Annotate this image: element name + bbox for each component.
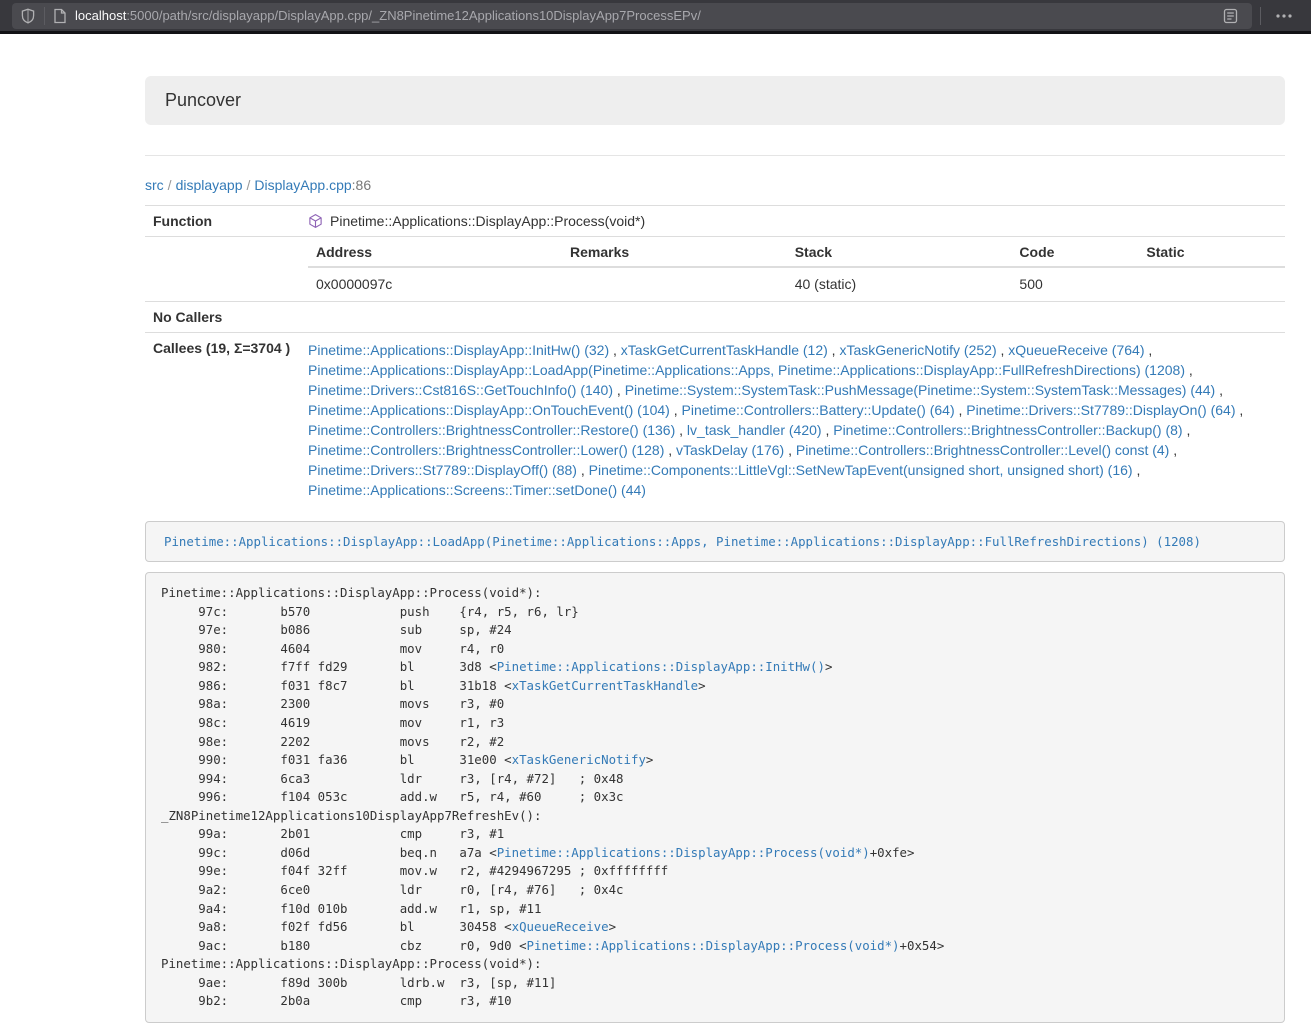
breadcrumb-link[interactable]: src [145, 177, 164, 193]
callee-link[interactable]: Pinetime::Drivers::St7789::DisplayOn() (… [966, 402, 1235, 418]
stats-column-header: Address [308, 237, 562, 267]
table-row-callers: No Callers [145, 302, 1285, 333]
callee-separator: , [670, 402, 682, 418]
callee-link[interactable]: vTaskDelay (176) [676, 442, 784, 458]
callee-separator: , [1144, 342, 1152, 358]
callee-link[interactable]: Pinetime::Controllers::BrightnessControl… [308, 442, 664, 458]
url-path: :5000/path/src/displayapp/DisplayApp.cpp… [126, 8, 701, 23]
urlbar-divider [44, 7, 45, 25]
url-host: localhost [75, 8, 126, 23]
callee-separator: , [1169, 442, 1177, 458]
callee-separator: , [1183, 422, 1191, 438]
callee-separator: , [577, 462, 589, 478]
callee-separator: , [955, 402, 967, 418]
page-container: Puncover src/displayapp/DisplayApp.cpp:8… [145, 76, 1285, 1023]
breadcrumb-link[interactable]: displayapp [176, 177, 243, 193]
breadcrumb-line-number: :86 [352, 177, 371, 193]
callee-separator: , [1215, 382, 1223, 398]
stats-column-header: Remarks [562, 237, 787, 267]
stats-column-header: Static [1138, 237, 1285, 267]
breadcrumb-separator: / [243, 177, 255, 193]
page-icon[interactable] [53, 8, 67, 24]
callee-link[interactable]: xTaskGetCurrentTaskHandle (12) [621, 342, 828, 358]
stats-column-header: Code [1011, 237, 1138, 267]
callee-link[interactable]: lv_task_handler (420) [687, 422, 822, 438]
callee-link[interactable]: Pinetime::Drivers::Cst816S::GetTouchInfo… [308, 382, 613, 398]
callee-link[interactable]: Pinetime::Applications::DisplayApp::Load… [308, 362, 1185, 378]
reader-mode-icon[interactable] [1217, 8, 1244, 24]
callee-separator: , [609, 342, 621, 358]
callee-separator: , [613, 382, 625, 398]
table-row-callees: Callees (19, Σ=3704 ) Pinetime::Applicat… [145, 333, 1285, 508]
callee-link[interactable]: Pinetime::Applications::Screens::Timer::… [308, 482, 646, 498]
callee-link[interactable]: Pinetime::Controllers::BrightnessControl… [308, 422, 675, 438]
table-row-function: Function Pinetime::Applications::Display… [145, 206, 1285, 237]
callee-link[interactable]: Pinetime::Drivers::St7789::DisplayOff() … [308, 462, 577, 478]
callee-link[interactable]: Pinetime::System::SystemTask::PushMessag… [625, 382, 1216, 398]
stats-value-row: 0x0000097c 40 (static)500 [308, 267, 1285, 301]
stats-value: 0x0000097c [308, 267, 562, 301]
function-table: Function Pinetime::Applications::Display… [145, 205, 1285, 507]
highlighted-symbol-link[interactable]: Pinetime::Applications::DisplayApp::Load… [164, 534, 1201, 549]
callee-separator: , [822, 422, 834, 438]
stats-value: 500 [1011, 267, 1138, 301]
stats-value [1138, 267, 1285, 301]
code-symbol-link[interactable]: Pinetime::Applications::DisplayApp::Init… [497, 659, 825, 674]
callee-link[interactable]: xTaskGenericNotify (252) [839, 342, 996, 358]
url-bar[interactable]: localhost:5000/path/src/displayapp/Displ… [12, 3, 1252, 29]
breadcrumb-link[interactable]: DisplayApp.cpp [254, 177, 351, 193]
callee-separator: , [828, 342, 840, 358]
stats-column-header: Stack [787, 237, 1012, 267]
browser-toolbar: localhost:5000/path/src/displayapp/Displ… [0, 0, 1311, 34]
callee-link[interactable]: Pinetime::Applications::DisplayApp::Init… [308, 342, 609, 358]
highlighted-symbol-panel: Pinetime::Applications::DisplayApp::Load… [145, 521, 1285, 562]
code-symbol-link[interactable]: xQueueReceive [512, 919, 609, 934]
stats-value [562, 267, 787, 301]
code-symbol-link[interactable]: xTaskGetCurrentTaskHandle [512, 678, 699, 693]
callee-separator: , [1236, 402, 1244, 418]
callee-separator: , [664, 442, 676, 458]
callee-separator: , [1185, 362, 1193, 378]
function-name: Pinetime::Applications::DisplayApp::Proc… [330, 213, 645, 229]
function-row-label: Function [145, 206, 300, 237]
url-text[interactable]: localhost:5000/path/src/displayapp/Displ… [75, 8, 701, 23]
table-row-stats: AddressRemarksStackCodeStatic 0x0000097c… [145, 237, 1285, 302]
breadcrumb-separator: / [164, 177, 176, 193]
divider-rule [145, 155, 1285, 156]
callee-link[interactable]: Pinetime::Components::LittleVgl::SetNewT… [589, 462, 1133, 478]
callee-separator: , [675, 422, 687, 438]
callee-separator: , [784, 442, 796, 458]
callee-link[interactable]: xQueueReceive (764) [1008, 342, 1144, 358]
toolbar-divider [1260, 7, 1261, 25]
callers-row-label: No Callers [145, 302, 300, 333]
code-symbol-link[interactable]: Pinetime::Applications::DisplayApp::Proc… [497, 845, 870, 860]
breadcrumb: src/displayapp/DisplayApp.cpp:86 [145, 177, 1285, 193]
menu-dots-icon[interactable] [1269, 8, 1299, 24]
callees-row-label: Callees (19, Σ=3704 ) [145, 333, 300, 508]
code-symbol-link[interactable]: Pinetime::Applications::DisplayApp::Proc… [527, 938, 900, 953]
callee-separator: , [1133, 462, 1141, 478]
app-header: Puncover [145, 76, 1285, 125]
callee-link[interactable]: Pinetime::Controllers::Battery::Update()… [682, 402, 955, 418]
code-symbol-link[interactable]: xTaskGenericNotify [512, 752, 646, 767]
stats-table: AddressRemarksStackCodeStatic 0x0000097c… [308, 237, 1285, 301]
callee-link[interactable]: Pinetime::Controllers::BrightnessControl… [796, 442, 1169, 458]
callee-link[interactable]: Pinetime::Applications::DisplayApp::OnTo… [308, 402, 670, 418]
stats-value: 40 (static) [787, 267, 1012, 301]
callee-link[interactable]: Pinetime::Controllers::BrightnessControl… [833, 422, 1182, 438]
page-title: Puncover [165, 90, 241, 110]
stats-header-row: AddressRemarksStackCodeStatic [308, 237, 1285, 267]
callee-separator: , [997, 342, 1009, 358]
shield-icon[interactable] [20, 8, 36, 24]
callees-list: Pinetime::Applications::DisplayApp::Init… [300, 333, 1285, 508]
disassembly-block: Pinetime::Applications::DisplayApp::Proc… [145, 572, 1285, 1023]
package-cube-icon [308, 213, 323, 229]
